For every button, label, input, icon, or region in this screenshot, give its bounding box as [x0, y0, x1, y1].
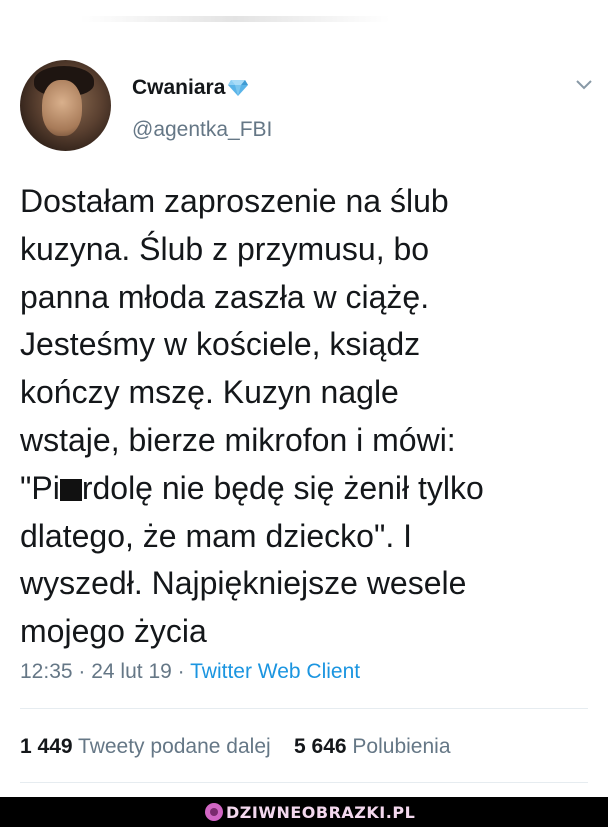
tweet-date[interactable]: 24 lut 19	[91, 660, 172, 683]
likes-label[interactable]: Polubienia	[352, 735, 450, 758]
meta-separator: ·	[171, 660, 191, 683]
tweet-text-part-2: rdolę nie będę się żenił tylko dlatego, …	[20, 469, 484, 650]
divider	[20, 708, 588, 709]
tweet-text: Dostałam zaproszenie na ślub kuzyna. Ślu…	[20, 178, 595, 656]
divider	[20, 782, 588, 783]
chevron-down-icon[interactable]	[575, 78, 593, 90]
censor-box	[59, 478, 82, 501]
likes-count[interactable]: 5 646	[294, 735, 347, 758]
avatar[interactable]	[20, 60, 111, 151]
retweets-count[interactable]: 1 449	[20, 735, 73, 758]
meta-separator: ·	[72, 660, 92, 683]
retweets-label[interactable]: Tweety podane dalej	[78, 735, 271, 758]
tweet-stats: 1 449 Tweety podane dalej 5 646 Polubien…	[20, 735, 451, 759]
tweet-card: Cwaniara @agentka_FBI Dostałam zaproszen…	[0, 0, 608, 797]
watermark-text: DZIWNEOBRAZKI.PL	[226, 802, 416, 822]
avatar-face	[42, 80, 82, 136]
watermark-bar: DZIWNEOBRAZKI.PL	[0, 797, 608, 827]
tweet-text-part-1: Dostałam zaproszenie na ślub kuzyna. Ślu…	[20, 183, 456, 506]
user-handle[interactable]: @agentka_FBI	[132, 118, 272, 142]
name-row[interactable]: Cwaniara	[132, 76, 249, 100]
tweet-source-link[interactable]: Twitter Web Client	[190, 660, 360, 683]
display-name[interactable]: Cwaniara	[132, 76, 225, 100]
tweet-header: Cwaniara @agentka_FBI	[20, 60, 595, 155]
watermark: DZIWNEOBRAZKI.PL	[205, 801, 415, 823]
top-fade-divider	[80, 16, 390, 22]
gem-icon	[227, 79, 249, 97]
tweet-time[interactable]: 12:35	[20, 660, 73, 683]
tweet-meta: 12:35 · 24 lut 19 · Twitter Web Client	[20, 660, 360, 684]
watermark-logo-icon	[205, 803, 223, 821]
